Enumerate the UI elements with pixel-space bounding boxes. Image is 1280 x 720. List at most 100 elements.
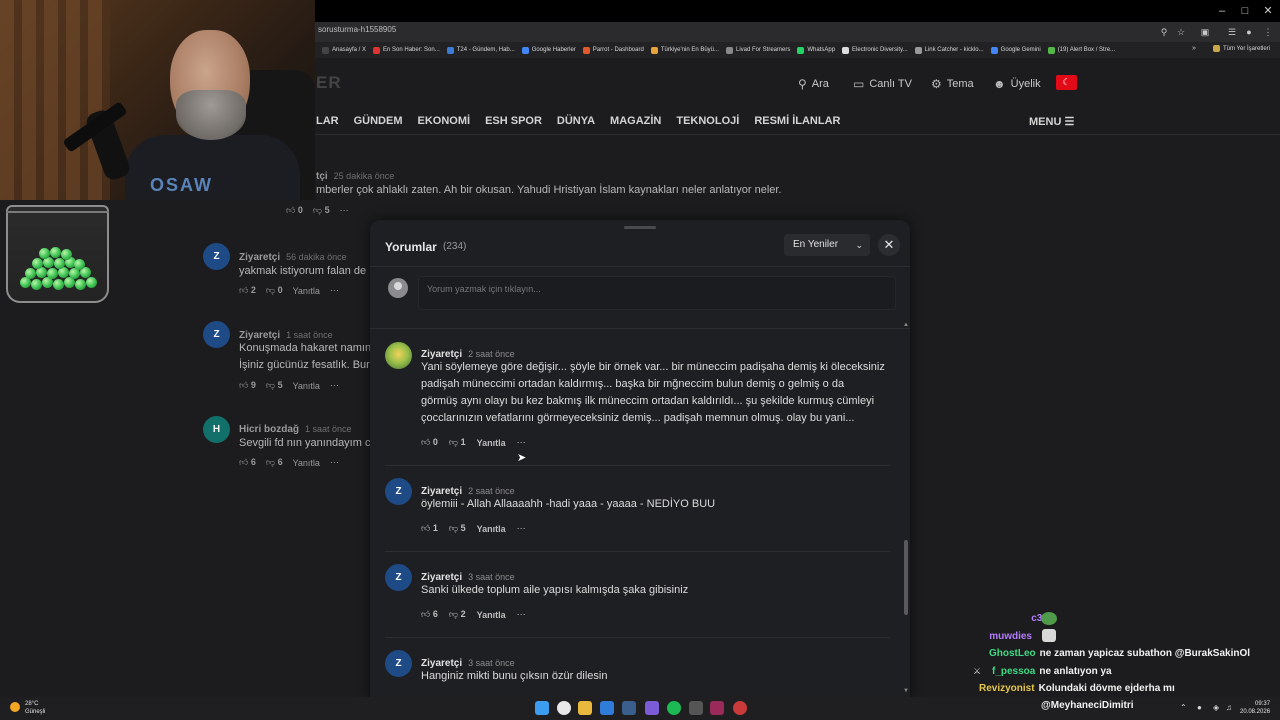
more-icon[interactable]: ⋯ (330, 457, 339, 468)
reply-button[interactable]: Yanıtla (293, 381, 320, 391)
bookmark-star-icon[interactable]: ☆ (1175, 26, 1187, 38)
comment-count: (234) (443, 241, 467, 252)
bookmark-item[interactable]: (19) Alert Box / Stre... (1047, 46, 1115, 54)
reply-button[interactable]: Yanıtla (477, 524, 506, 534)
dislike-button[interactable]: 👎︎ 5 (449, 523, 466, 534)
browser-menu-icon[interactable]: ⋮ (1262, 26, 1274, 38)
nav-item-teknoloji[interactable]: TEKNOLOJİ (676, 115, 739, 127)
mic-tray-icon[interactable]: ● (1197, 703, 1202, 712)
nav-item-ekonomi[interactable]: EKONOMİ (418, 115, 471, 127)
cat-emote-icon (1042, 629, 1056, 642)
close-window-icon[interactable]: ✕ (1256, 3, 1280, 19)
drag-handle[interactable] (624, 226, 656, 229)
more-icon[interactable]: ⋯ (517, 523, 526, 534)
spotify-icon[interactable] (667, 701, 681, 715)
like-button[interactable]: 👍︎ 6 (239, 457, 256, 468)
app-icon[interactable] (733, 701, 747, 715)
bookmark-item[interactable]: Livad For Streamers (726, 46, 790, 54)
app-icon[interactable] (600, 701, 614, 715)
shirt-print: OSAW (150, 175, 214, 195)
bookmark-item[interactable]: Google Gemini (990, 46, 1041, 54)
search-page-icon[interactable]: ⚲ (1158, 26, 1170, 38)
like-button[interactable]: 👍︎ 0 (421, 437, 438, 448)
like-button[interactable]: 👍︎ 2 (239, 285, 256, 296)
sword-badge-icon: ⚔ (973, 666, 982, 676)
like-button[interactable]: 👍︎ 1 (421, 523, 438, 534)
extensions-icon[interactable]: ▣ (1199, 26, 1211, 38)
wifi-icon[interactable]: ◈ (1213, 703, 1219, 712)
bookmark-item[interactable]: Electronic Diversity... (842, 46, 908, 54)
avatar: Z (385, 478, 412, 505)
tray-chevron-icon[interactable]: ⌃ (1180, 703, 1187, 712)
discord-icon[interactable] (645, 701, 659, 715)
dislike-button[interactable]: 👎︎ 0 (266, 285, 283, 296)
address-bar[interactable] (315, 22, 1280, 42)
volume-icon[interactable]: ♫ (1226, 703, 1232, 712)
nav-item[interactable]: LAR (316, 115, 339, 127)
dislike-button[interactable]: 👎︎ 1 (449, 437, 466, 448)
reply-button[interactable]: Yanıtla (293, 458, 320, 468)
dislike-button[interactable]: 👎︎ 6 (266, 457, 283, 468)
nav-item-gundem[interactable]: GÜNDEM (354, 115, 403, 127)
scrollbar-thumb[interactable] (904, 540, 908, 615)
bookmarks-overflow-icon[interactable]: » (1192, 45, 1196, 52)
scroll-up-icon[interactable]: ▲ (903, 322, 909, 328)
more-icon[interactable]: ⋯ (330, 380, 339, 391)
all-bookmarks[interactable]: Tüm Yer İşaretleri (1213, 45, 1270, 52)
membership-link[interactable]: ☻ Üyelik (993, 77, 1041, 91)
reply-button[interactable]: Yanıtla (477, 438, 506, 448)
bookmark-item[interactable]: WhatsApp (797, 46, 835, 54)
avatar: H (203, 416, 230, 443)
menu-button[interactable]: MENU ☰ (1029, 115, 1074, 128)
dislike-button[interactable]: 👎︎ 5 (266, 380, 283, 391)
minimize-icon[interactable]: – (1210, 3, 1234, 19)
reply-button[interactable]: Yanıtla (477, 610, 506, 620)
profile-icon[interactable]: ● (1243, 26, 1255, 38)
nav-item-spor[interactable]: ESH SPOR (485, 115, 542, 127)
nav-item-dunya[interactable]: DÜNYA (557, 115, 595, 127)
pepe-emote-icon (1041, 612, 1057, 625)
bookmark-item[interactable]: Google Haberler (521, 46, 576, 54)
more-icon[interactable]: ⋯ (517, 609, 526, 620)
bookmark-item[interactable]: Türkiye'nin En Büyü... (650, 46, 719, 54)
like-button[interactable]: 👍︎ 0 (286, 205, 303, 216)
chrome-icon[interactable] (557, 701, 571, 715)
scroll-down-icon[interactable]: ▼ (903, 688, 909, 694)
dislike-button[interactable]: 👎︎ 2 (449, 609, 466, 620)
more-icon[interactable]: ⋯ (330, 285, 339, 296)
sort-select[interactable]: En Yeniler ⌄ (784, 234, 870, 256)
clock[interactable]: 09:37 20.08.2026 (1240, 700, 1270, 716)
bg-comment-actions: 👍︎ 9 👎︎ 5 Yanıtla ⋯ (239, 380, 349, 391)
nav-item-resmi-ilanlar[interactable]: RESMİ İLANLAR (754, 115, 840, 127)
turkey-flag-icon[interactable]: ☾ (1056, 75, 1077, 90)
site-logo[interactable]: ER (316, 73, 342, 93)
live-tv-link[interactable]: ▭ Canlı TV (853, 77, 912, 91)
app-icon[interactable] (689, 701, 703, 715)
more-icon[interactable]: ⋯ (517, 437, 526, 448)
bookmark-item[interactable]: T24 - Gündem, Hab... (446, 46, 515, 54)
close-icon[interactable]: ✕ (878, 234, 900, 256)
reply-button[interactable]: Yanıtla (293, 286, 320, 296)
steam-icon[interactable] (622, 701, 636, 715)
weather-widget[interactable]: 28°C Güneşli (25, 700, 45, 716)
maximize-icon[interactable]: □ (1233, 3, 1257, 19)
obs-icon[interactable] (710, 701, 724, 715)
like-button[interactable]: 👍︎ 9 (239, 380, 256, 391)
folder-icon[interactable] (578, 701, 592, 715)
bg-comment-header: tçi 25 dakika önce (316, 171, 395, 182)
media-icon[interactable]: ☰ (1226, 26, 1238, 38)
bookmark-item[interactable]: Link Catcher - kicklo... (914, 46, 984, 54)
theme-link[interactable]: ⚙ Tema (931, 77, 974, 91)
like-button[interactable]: 👍︎ 6 (421, 609, 438, 620)
url-text[interactable]: sorusturma-h1558905 (318, 25, 396, 34)
bookmark-item[interactable]: Parrot - Dashboard (582, 46, 644, 54)
bookmark-item[interactable]: En Son Haber: Son... (373, 46, 440, 54)
comment-text: görmüş aynı olayı bu kez bakmış ilk müne… (421, 395, 875, 407)
bookmark-item[interactable]: Anasayfa / X (322, 46, 366, 54)
comment-input[interactable]: Yorum yazmak için tıklayın... (418, 276, 896, 310)
more-icon[interactable]: ⋯ (340, 205, 349, 216)
start-icon[interactable] (535, 701, 549, 715)
dislike-button[interactable]: 👎︎ 5 (313, 205, 330, 216)
search-link[interactable]: ⚲ Ara (798, 77, 829, 91)
nav-item-magazin[interactable]: MAGAZİN (610, 115, 661, 127)
